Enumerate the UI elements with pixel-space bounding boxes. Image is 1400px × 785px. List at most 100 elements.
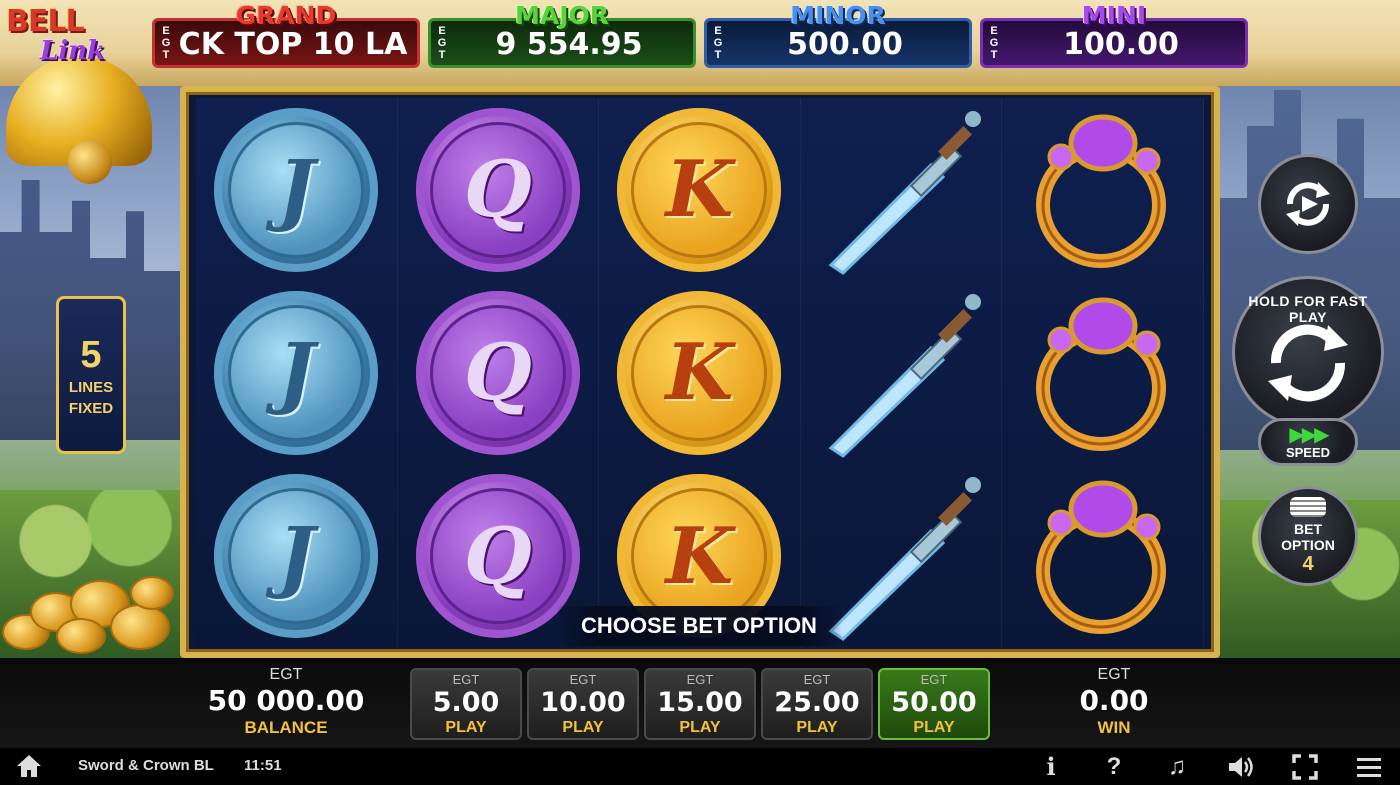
balance-label: BALANCE	[244, 718, 328, 737]
menu-icon[interactable]	[1354, 752, 1384, 782]
reel-3-row-2: K	[599, 281, 800, 464]
jackpot-grand-value: CK TOP 10 LA	[178, 27, 408, 62]
fast-forward-icon: ▶▶▶	[1289, 423, 1329, 446]
spin-icon	[1268, 324, 1348, 402]
lines-fixed-badge: 5 LINES FIXED	[56, 296, 126, 454]
bet-button-4[interactable]: EGT 25.00 PLAY	[761, 668, 873, 740]
autoplay-icon	[1286, 182, 1330, 226]
symbol-k: K	[617, 290, 782, 455]
reel-5-row-3	[1002, 465, 1203, 648]
hold-for-fast-play-label: HOLD FOR FAST PLAY	[1248, 293, 1368, 325]
symbol-j: J	[214, 474, 379, 639]
status-bar: Sword & Crown BL 11:51 i ? ♫	[0, 748, 1400, 785]
jackpot-mini-label: MINI	[1081, 1, 1147, 30]
bet-currency: EGT	[920, 672, 948, 687]
balance-currency: EGT	[269, 666, 303, 683]
ring-icon	[1035, 114, 1166, 268]
reel-3-row-1: K	[599, 98, 800, 281]
bottom-panel: EGT 50 000.00 BALANCE EGT 5.00 PLAY EGT …	[0, 658, 1400, 748]
bet-option-label-2: OPTION	[1281, 537, 1335, 553]
bet-play-label: PLAY	[445, 719, 487, 736]
bet-button-3[interactable]: EGT 15.00 PLAY	[644, 668, 756, 740]
logo-bell-text: BELL	[6, 4, 85, 39]
win-label: WIN	[1097, 718, 1131, 737]
bet-option-value: 4	[1302, 553, 1314, 575]
jackpot-mini-value: 100.00	[1063, 27, 1179, 62]
fullscreen-icon[interactable]	[1290, 752, 1320, 782]
music-icon[interactable]: ♫	[1162, 752, 1192, 782]
bet-currency: EGT	[686, 672, 714, 687]
bet-option-button[interactable]: BET OPTION 4	[1258, 486, 1358, 586]
jackpot-major-currency: EGT	[437, 25, 447, 61]
bet-button-2[interactable]: EGT 10.00 PLAY	[527, 668, 639, 740]
reel-4	[800, 98, 1003, 648]
jackpot-mini: MINI EGT 100.00	[980, 1, 1248, 68]
bet-button-1[interactable]: EGT 5.00 PLAY	[410, 668, 522, 740]
reel-5-row-1	[1002, 98, 1203, 281]
win-value: 0.00	[1079, 684, 1149, 717]
reel-1: J J J	[196, 98, 398, 648]
help-icon[interactable]: ?	[1099, 752, 1129, 782]
volume-icon[interactable]	[1225, 752, 1255, 782]
bet-currency: EGT	[569, 672, 597, 687]
jackpot-minor: MINOR EGT 500.00	[704, 1, 972, 68]
speed-label: SPEED	[1285, 444, 1331, 460]
logo-link-text: Link	[40, 36, 106, 66]
chip-stack-icon	[1290, 497, 1326, 517]
sword-icon	[828, 110, 982, 275]
reel-4-row-2	[801, 281, 1002, 464]
reel-1-row-1: J	[196, 98, 397, 281]
jackpot-grand: GRAND EGT CK TOP 10 LA	[152, 1, 420, 68]
bet-amount: 10.00	[540, 687, 626, 718]
bet-amount: 15.00	[657, 687, 743, 718]
fixed-label: FIXED	[68, 400, 114, 417]
reel-1-row-3: J	[196, 465, 397, 648]
home-icon[interactable]	[16, 754, 42, 778]
symbol-q: Q	[415, 107, 580, 272]
reels-frame: J J J Q Q Q K K K	[180, 86, 1220, 658]
jackpot-minor-currency: EGT	[713, 25, 723, 61]
balance-display: EGT 50 000.00 BALANCE	[186, 666, 386, 738]
lines-label: LINES	[68, 379, 114, 396]
symbol-j: J	[214, 290, 379, 455]
symbol-q: Q	[415, 290, 580, 455]
win-currency: EGT	[1097, 666, 1131, 683]
info-icon[interactable]: i	[1036, 752, 1066, 782]
reel-1-row-2: J	[196, 281, 397, 464]
game-title: Sword & Crown BL	[78, 757, 214, 774]
lines-count: 5	[80, 334, 102, 376]
jackpot-major-label: MAJOR	[514, 1, 610, 30]
bet-option-label-1: BET	[1294, 521, 1322, 537]
spin-button[interactable]: HOLD FOR FAST PLAY	[1232, 276, 1384, 428]
bet-amount: 50.00	[891, 687, 977, 718]
ring-icon	[1035, 480, 1166, 635]
bet-currency: EGT	[452, 672, 480, 687]
bet-currency: EGT	[803, 672, 831, 687]
bet-button-5[interactable]: EGT 50.00 PLAY	[878, 668, 990, 740]
bet-play-label: PLAY	[562, 719, 604, 736]
reel-3: K K K	[599, 98, 801, 648]
gold-coins-pile	[0, 574, 182, 658]
reels: J J J Q Q Q K K K	[196, 98, 1204, 648]
speed-button[interactable]: ▶▶▶ SPEED	[1258, 418, 1358, 466]
symbol-k: K	[617, 107, 782, 272]
jackpot-grand-label: GRAND	[235, 1, 337, 30]
jackpot-minor-label: MINOR	[790, 1, 886, 30]
reel-2-row-2: Q	[398, 281, 599, 464]
jackpot-minor-value: 500.00	[787, 27, 903, 62]
reel-5	[1002, 98, 1204, 648]
reel-2: Q Q Q	[397, 98, 600, 648]
clock: 11:51	[244, 757, 282, 774]
sword-icon	[828, 293, 982, 458]
choose-bet-option-prompt: CHOOSE BET OPTION	[556, 606, 842, 646]
ring-icon	[1035, 297, 1166, 451]
reel-5-row-2	[1002, 281, 1203, 464]
bet-play-label: PLAY	[796, 719, 838, 736]
bell-link-logo: BELL Link	[4, 2, 106, 80]
autoplay-button[interactable]	[1258, 154, 1358, 254]
jackpot-major-value: 9 554.95	[495, 27, 643, 62]
bet-amount: 25.00	[774, 687, 860, 718]
bet-play-label: PLAY	[913, 719, 955, 736]
jackpot-grand-currency: EGT	[161, 25, 171, 61]
jackpot-bar: GRAND EGT CK TOP 10 LA MAJOR EGT 9 554.9…	[0, 0, 1400, 86]
